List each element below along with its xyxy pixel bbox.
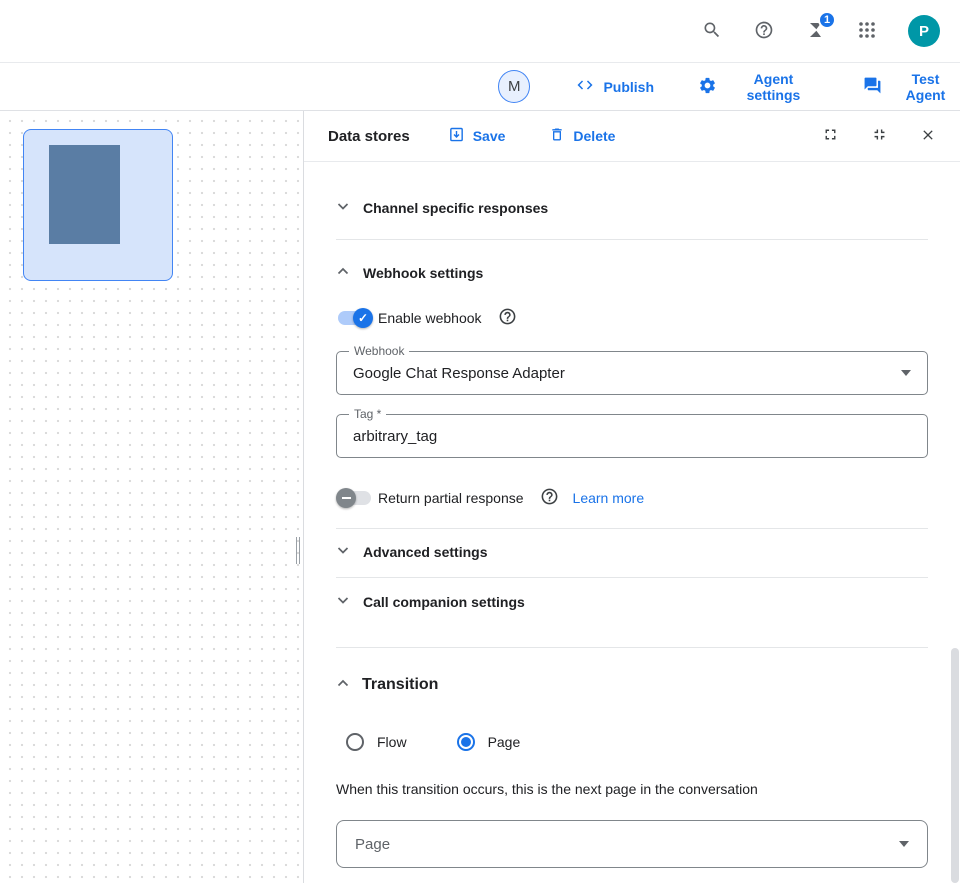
radio-checked-icon xyxy=(457,733,475,751)
agent-toolbar-actions: M Publish Agent settings Test Agent xyxy=(498,70,960,103)
close-icon xyxy=(920,127,936,146)
flow-node-selected[interactable] xyxy=(23,129,173,281)
publish-button[interactable]: Publish xyxy=(576,76,654,97)
chevron-up-icon xyxy=(336,264,350,283)
publish-label: Publish xyxy=(603,79,654,95)
chevron-up-icon xyxy=(336,676,350,695)
save-label: Save xyxy=(473,128,506,144)
section-call-companion[interactable]: Call companion settings xyxy=(336,588,928,616)
agent-settings-button[interactable]: Agent settings xyxy=(698,71,821,103)
help-button[interactable] xyxy=(754,20,774,43)
panel-body: Channel specific responses Webhook setti… xyxy=(304,194,960,868)
divider xyxy=(336,528,928,529)
enable-webhook-label: Enable webhook xyxy=(378,310,482,326)
panel-header: Data stores Save Delete xyxy=(304,111,960,162)
tag-field[interactable]: Tag * xyxy=(336,414,928,458)
delete-label: Delete xyxy=(573,128,615,144)
exit-fullscreen-button[interactable] xyxy=(871,126,888,146)
partial-response-toggle[interactable] xyxy=(336,486,373,510)
global-header-actions: 1 P xyxy=(702,15,960,47)
help-circle-icon xyxy=(498,307,517,329)
transition-label: Transition xyxy=(362,676,438,694)
dropdown-arrow-icon xyxy=(899,841,909,847)
close-panel-button[interactable] xyxy=(920,127,936,146)
section-advanced-settings[interactable]: Advanced settings xyxy=(336,538,928,566)
dropdown-arrow-icon xyxy=(901,370,911,376)
test-agent-button[interactable]: Test Agent xyxy=(863,71,960,103)
page-radio-label: Page xyxy=(488,734,521,750)
notification-badge: 1 xyxy=(818,11,836,29)
tag-field-label: Tag * xyxy=(349,407,386,421)
divider xyxy=(336,577,928,578)
enable-webhook-toggle[interactable]: ✓ xyxy=(336,306,373,330)
save-icon xyxy=(448,126,465,146)
workspace-avatar[interactable]: M xyxy=(498,70,530,103)
webhook-field-label: Webhook xyxy=(349,344,409,358)
delete-button[interactable]: Delete xyxy=(549,126,615,146)
toggle-thumb-minus xyxy=(336,488,356,508)
divider xyxy=(336,647,928,648)
notifications-button[interactable]: 1 xyxy=(806,20,826,43)
enable-webhook-help-button[interactable] xyxy=(498,307,517,329)
code-icon xyxy=(576,76,594,97)
settings-panel: Data stores Save Delete xyxy=(303,111,960,883)
partial-response-label: Return partial response xyxy=(378,490,524,506)
apps-grid-icon xyxy=(858,21,876,42)
chevron-down-icon xyxy=(336,199,350,218)
chevron-down-icon xyxy=(336,593,350,612)
panel-title: Data stores xyxy=(328,128,410,145)
panel-resize-handle[interactable] xyxy=(296,537,303,564)
global-header: 1 P xyxy=(0,0,960,63)
webhook-select[interactable]: Webhook Google Chat Response Adapter xyxy=(336,351,928,395)
agent-settings-label: Agent settings xyxy=(726,71,821,103)
fullscreen-button[interactable] xyxy=(822,126,839,146)
save-button[interactable]: Save xyxy=(448,126,506,146)
page-radio[interactable]: Page xyxy=(457,733,521,751)
toggle-thumb-check: ✓ xyxy=(353,308,373,328)
search-button[interactable] xyxy=(702,20,722,43)
learn-more-link[interactable]: Learn more xyxy=(573,490,645,506)
test-agent-label: Test Agent xyxy=(891,71,960,103)
section-label: Channel specific responses xyxy=(363,200,548,216)
flow-radio[interactable]: Flow xyxy=(346,733,407,751)
chat-icon xyxy=(863,76,882,98)
help-icon xyxy=(754,20,774,43)
chevron-down-icon xyxy=(336,543,350,562)
section-label: Advanced settings xyxy=(363,544,487,560)
agent-toolbar: M Publish Agent settings Test Agent xyxy=(0,63,960,111)
partial-response-row: Return partial response Learn more xyxy=(336,486,928,510)
user-avatar[interactable]: P xyxy=(908,15,940,47)
panel-scrollbar[interactable] xyxy=(951,648,959,883)
enable-webhook-row: ✓ Enable webhook xyxy=(336,306,928,330)
gear-icon xyxy=(698,76,717,98)
section-label: Webhook settings xyxy=(363,265,483,281)
apps-button[interactable] xyxy=(858,21,876,42)
search-icon xyxy=(702,20,722,43)
transition-target-radios: Flow Page xyxy=(336,730,928,754)
main-area: Data stores Save Delete xyxy=(0,111,960,883)
partial-response-help-button[interactable] xyxy=(540,487,559,509)
divider xyxy=(336,239,928,240)
section-webhook-settings[interactable]: Webhook settings xyxy=(336,259,928,287)
section-label: Call companion settings xyxy=(363,594,525,610)
section-transition[interactable]: Transition xyxy=(336,670,928,700)
page-select-placeholder: Page xyxy=(355,836,390,853)
flow-radio-label: Flow xyxy=(377,734,407,750)
tag-input[interactable] xyxy=(353,428,911,445)
exit-fullscreen-icon xyxy=(871,126,888,146)
fullscreen-icon xyxy=(822,126,839,146)
page-select[interactable]: Page xyxy=(336,820,928,868)
radio-unchecked-icon xyxy=(346,733,364,751)
flow-node-thumbnail xyxy=(49,145,120,244)
help-circle-icon xyxy=(540,487,559,509)
section-channel-responses[interactable]: Channel specific responses xyxy=(336,194,928,222)
flow-canvas[interactable] xyxy=(0,111,303,883)
webhook-field-value: Google Chat Response Adapter xyxy=(353,365,565,382)
trash-icon xyxy=(549,126,565,146)
transition-description: When this transition occurs, this is the… xyxy=(336,781,928,797)
